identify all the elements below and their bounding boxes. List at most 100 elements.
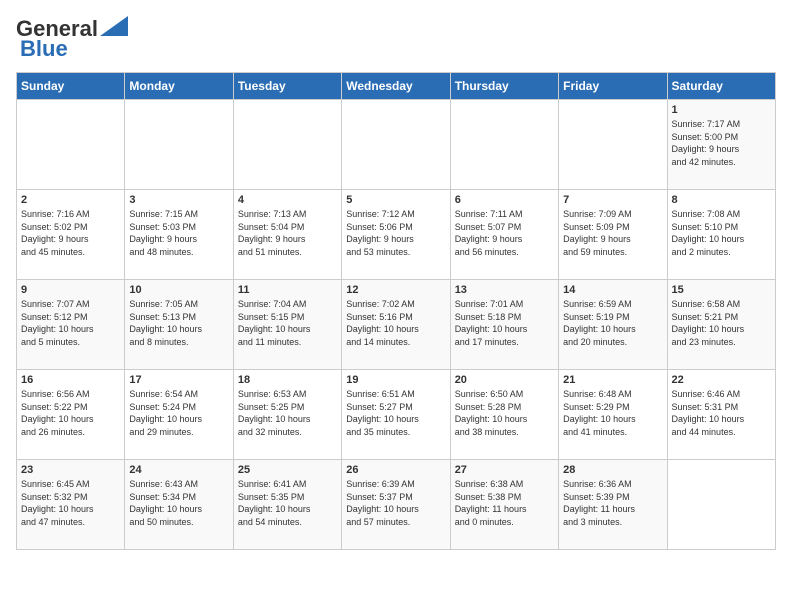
logo-blue: Blue — [20, 36, 68, 62]
day-info: Sunrise: 7:11 AM Sunset: 5:07 PM Dayligh… — [455, 208, 554, 258]
calendar-cell — [559, 100, 667, 190]
day-info: Sunrise: 6:58 AM Sunset: 5:21 PM Dayligh… — [672, 298, 771, 348]
calendar-cell: 8 Sunrise: 7:08 AM Sunset: 5:10 PM Daylig… — [667, 190, 775, 280]
calendar-cell: 7 Sunrise: 7:09 AM Sunset: 5:09 PM Daylig… — [559, 190, 667, 280]
calendar-cell: 24 Sunrise: 6:43 AM Sunset: 5:34 PM Dayli… — [125, 460, 233, 550]
day-info: Sunrise: 6:36 AM Sunset: 5:39 PM Dayligh… — [563, 478, 662, 528]
day-info: Sunrise: 7:08 AM Sunset: 5:10 PM Dayligh… — [672, 208, 771, 258]
day-number: 26 — [346, 464, 445, 476]
calendar-cell: 2Sunrise: 7:16 AM Sunset: 5:02 PM Daylig… — [17, 190, 125, 280]
calendar-week-5: 23 Sunrise: 6:45 AM Sunset: 5:32 PM Dayli… — [17, 460, 776, 550]
calendar-cell: 11Sunrise: 7:04 AM Sunset: 5:15 PM Dayli… — [233, 280, 341, 370]
logo: General Blue — [16, 16, 128, 62]
weekday-header-wednesday: Wednesday — [342, 73, 450, 100]
day-info: Sunrise: 7:16 AM Sunset: 5:02 PM Dayligh… — [21, 208, 120, 258]
day-number: 20 — [455, 374, 554, 386]
day-info: Sunrise: 6:38 AM Sunset: 5:38 PM Dayligh… — [455, 478, 554, 528]
day-info: Sunrise: 6:43 AM Sunset: 5:34 PM Dayligh… — [129, 478, 228, 528]
day-number: 16 — [21, 374, 120, 386]
day-number: 7 — [563, 194, 662, 206]
calendar-cell — [342, 100, 450, 190]
day-info: Sunrise: 6:45 AM Sunset: 5:32 PM Dayligh… — [21, 478, 120, 528]
day-number: 9 — [21, 284, 120, 296]
calendar-cell: 6 Sunrise: 7:11 AM Sunset: 5:07 PM Daylig… — [450, 190, 558, 280]
calendar-cell: 3 Sunrise: 7:15 AM Sunset: 5:03 PM Daylig… — [125, 190, 233, 280]
weekday-header-monday: Monday — [125, 73, 233, 100]
calendar-body: 1 Sunrise: 7:17 AM Sunset: 5:00 PM Daylig… — [17, 100, 776, 550]
day-number: 8 — [672, 194, 771, 206]
calendar-header: SundayMondayTuesdayWednesdayThursdayFrid… — [17, 73, 776, 100]
weekday-header-friday: Friday — [559, 73, 667, 100]
day-number: 13 — [455, 284, 554, 296]
day-number: 22 — [672, 374, 771, 386]
calendar-cell — [17, 100, 125, 190]
weekday-header-thursday: Thursday — [450, 73, 558, 100]
calendar-cell: 13 Sunrise: 7:01 AM Sunset: 5:18 PM Dayli… — [450, 280, 558, 370]
day-info: Sunrise: 7:12 AM Sunset: 5:06 PM Dayligh… — [346, 208, 445, 258]
day-info: Sunrise: 7:17 AM Sunset: 5:00 PM Dayligh… — [672, 118, 771, 168]
calendar-cell: 1 Sunrise: 7:17 AM Sunset: 5:00 PM Daylig… — [667, 100, 775, 190]
day-number: 11 — [238, 284, 337, 296]
calendar-cell: 12 Sunrise: 7:02 AM Sunset: 5:16 PM Dayli… — [342, 280, 450, 370]
calendar-cell: 15 Sunrise: 6:58 AM Sunset: 5:21 PM Dayli… — [667, 280, 775, 370]
logo-icon — [100, 16, 128, 36]
calendar-cell: 14Sunrise: 6:59 AM Sunset: 5:19 PM Dayli… — [559, 280, 667, 370]
day-info: Sunrise: 6:48 AM Sunset: 5:29 PM Dayligh… — [563, 388, 662, 438]
calendar-cell: 21 Sunrise: 6:48 AM Sunset: 5:29 PM Dayli… — [559, 370, 667, 460]
day-number: 6 — [455, 194, 554, 206]
day-number: 19 — [346, 374, 445, 386]
calendar-cell: 17 Sunrise: 6:54 AM Sunset: 5:24 PM Dayli… — [125, 370, 233, 460]
calendar-cell: 9 Sunrise: 7:07 AM Sunset: 5:12 PM Daylig… — [17, 280, 125, 370]
calendar-week-3: 9 Sunrise: 7:07 AM Sunset: 5:12 PM Daylig… — [17, 280, 776, 370]
day-number: 17 — [129, 374, 228, 386]
day-number: 24 — [129, 464, 228, 476]
day-number: 28 — [563, 464, 662, 476]
calendar-cell: 4 Sunrise: 7:13 AM Sunset: 5:04 PM Daylig… — [233, 190, 341, 280]
day-number: 4 — [238, 194, 337, 206]
calendar-week-1: 1 Sunrise: 7:17 AM Sunset: 5:00 PM Daylig… — [17, 100, 776, 190]
day-number: 10 — [129, 284, 228, 296]
calendar-cell — [233, 100, 341, 190]
day-info: Sunrise: 6:53 AM Sunset: 5:25 PM Dayligh… — [238, 388, 337, 438]
day-number: 21 — [563, 374, 662, 386]
weekday-header-saturday: Saturday — [667, 73, 775, 100]
day-info: Sunrise: 7:15 AM Sunset: 5:03 PM Dayligh… — [129, 208, 228, 258]
calendar-cell: 25Sunrise: 6:41 AM Sunset: 5:35 PM Dayli… — [233, 460, 341, 550]
day-info: Sunrise: 6:50 AM Sunset: 5:28 PM Dayligh… — [455, 388, 554, 438]
day-info: Sunrise: 7:09 AM Sunset: 5:09 PM Dayligh… — [563, 208, 662, 258]
day-info: Sunrise: 6:51 AM Sunset: 5:27 PM Dayligh… — [346, 388, 445, 438]
day-number: 23 — [21, 464, 120, 476]
calendar-cell — [125, 100, 233, 190]
weekday-header-tuesday: Tuesday — [233, 73, 341, 100]
calendar-cell — [667, 460, 775, 550]
calendar-table: SundayMondayTuesdayWednesdayThursdayFrid… — [16, 72, 776, 550]
calendar-week-2: 2Sunrise: 7:16 AM Sunset: 5:02 PM Daylig… — [17, 190, 776, 280]
calendar-cell: 26 Sunrise: 6:39 AM Sunset: 5:37 PM Dayli… — [342, 460, 450, 550]
day-info: Sunrise: 7:13 AM Sunset: 5:04 PM Dayligh… — [238, 208, 337, 258]
day-number: 15 — [672, 284, 771, 296]
weekday-header-sunday: Sunday — [17, 73, 125, 100]
day-number: 1 — [672, 104, 771, 116]
day-number: 18 — [238, 374, 337, 386]
calendar-cell: 23 Sunrise: 6:45 AM Sunset: 5:32 PM Dayli… — [17, 460, 125, 550]
page-header: General Blue — [16, 16, 776, 62]
calendar-cell: 5Sunrise: 7:12 AM Sunset: 5:06 PM Daylig… — [342, 190, 450, 280]
day-number: 12 — [346, 284, 445, 296]
day-info: Sunrise: 6:59 AM Sunset: 5:19 PM Dayligh… — [563, 298, 662, 348]
weekday-header-row: SundayMondayTuesdayWednesdayThursdayFrid… — [17, 73, 776, 100]
calendar-cell: 16Sunrise: 6:56 AM Sunset: 5:22 PM Dayli… — [17, 370, 125, 460]
calendar-cell: 10 Sunrise: 7:05 AM Sunset: 5:13 PM Dayli… — [125, 280, 233, 370]
day-info: Sunrise: 6:54 AM Sunset: 5:24 PM Dayligh… — [129, 388, 228, 438]
calendar-cell — [450, 100, 558, 190]
calendar-cell: 20 Sunrise: 6:50 AM Sunset: 5:28 PM Dayli… — [450, 370, 558, 460]
calendar-cell: 18 Sunrise: 6:53 AM Sunset: 5:25 PM Dayli… — [233, 370, 341, 460]
day-info: Sunrise: 7:05 AM Sunset: 5:13 PM Dayligh… — [129, 298, 228, 348]
day-info: Sunrise: 7:07 AM Sunset: 5:12 PM Dayligh… — [21, 298, 120, 348]
day-info: Sunrise: 7:01 AM Sunset: 5:18 PM Dayligh… — [455, 298, 554, 348]
day-info: Sunrise: 6:39 AM Sunset: 5:37 PM Dayligh… — [346, 478, 445, 528]
calendar-cell: 28 Sunrise: 6:36 AM Sunset: 5:39 PM Dayli… — [559, 460, 667, 550]
calendar-week-4: 16Sunrise: 6:56 AM Sunset: 5:22 PM Dayli… — [17, 370, 776, 460]
day-number: 3 — [129, 194, 228, 206]
calendar-cell: 19 Sunrise: 6:51 AM Sunset: 5:27 PM Dayli… — [342, 370, 450, 460]
day-info: Sunrise: 7:02 AM Sunset: 5:16 PM Dayligh… — [346, 298, 445, 348]
